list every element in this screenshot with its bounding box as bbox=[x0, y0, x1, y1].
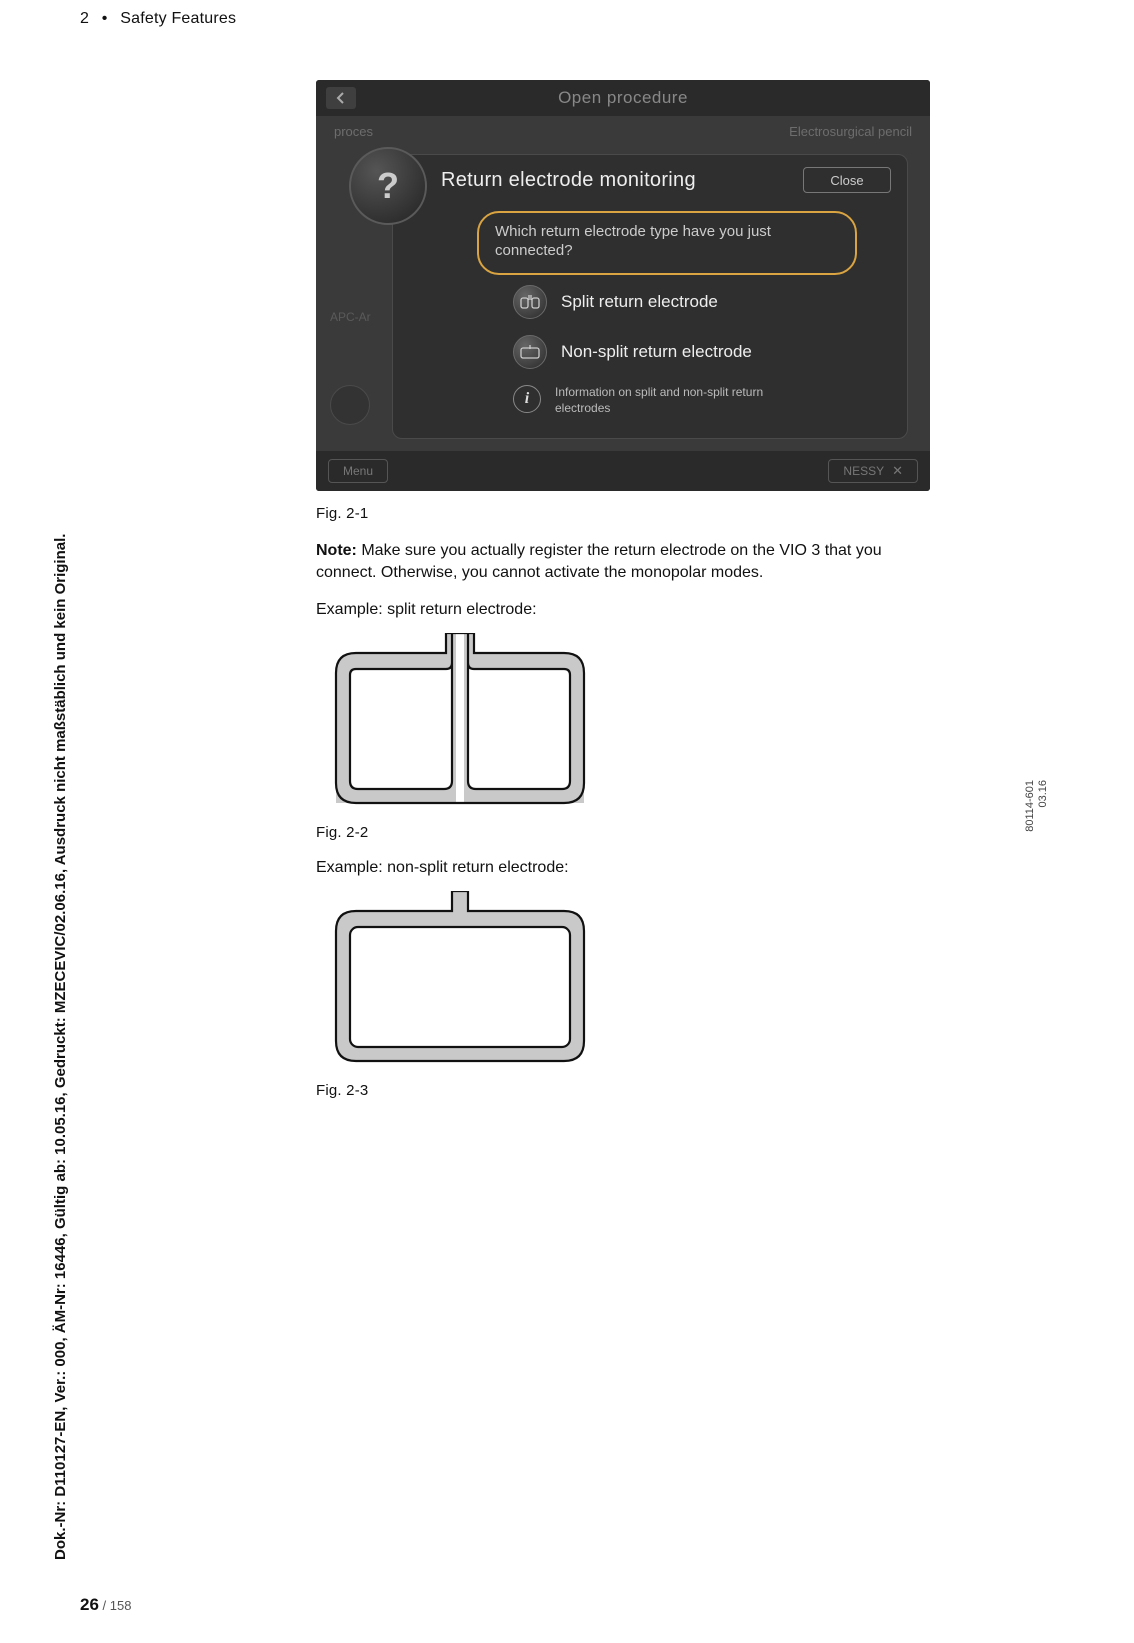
note-text: Make sure you actually register the retu… bbox=[316, 542, 882, 581]
nonsplit-electrode-icon bbox=[513, 335, 547, 369]
right-code-2: 03.16 bbox=[1037, 780, 1049, 808]
back-button[interactable] bbox=[326, 87, 356, 109]
chapter-title: Safety Features bbox=[120, 10, 236, 27]
option-split-electrode[interactable]: Split return electrode bbox=[513, 285, 718, 319]
right-margin-code: 80114-601 03.16 bbox=[1024, 780, 1049, 832]
nessy-button[interactable]: NESSY ✕ bbox=[828, 459, 918, 483]
right-code-1: 80114-601 bbox=[1024, 780, 1036, 832]
figure-2-1-caption: Fig. 2-1 bbox=[316, 505, 930, 522]
close-button[interactable]: Close bbox=[803, 167, 891, 193]
back-icon bbox=[335, 92, 347, 104]
nessy-button-label: NESSY bbox=[843, 464, 884, 478]
screenshot-side-label: APC-Ar bbox=[330, 310, 371, 324]
modal-dialog: ? Return electrode monitoring Close Whic… bbox=[392, 154, 908, 439]
figure-2-3-caption: Fig. 2-3 bbox=[316, 1082, 930, 1099]
option-split-label: Split return electrode bbox=[561, 292, 718, 312]
figure-2-2-split-electrode bbox=[316, 633, 604, 810]
info-row[interactable]: i Information on split and non-split ret… bbox=[513, 385, 815, 416]
option-nonsplit-electrode[interactable]: Non-split return electrode bbox=[513, 335, 752, 369]
note-paragraph: Note: Make sure you actually register th… bbox=[316, 540, 930, 583]
question-mark-icon: ? bbox=[349, 147, 427, 225]
option-nonsplit-label: Non-split return electrode bbox=[561, 342, 752, 362]
page-sep: / bbox=[99, 1598, 110, 1613]
figure-2-3-nonsplit-electrode bbox=[316, 891, 604, 1068]
close-button-label: Close bbox=[830, 173, 863, 188]
page-total: 158 bbox=[110, 1598, 132, 1613]
info-text: Information on split and non-split retur… bbox=[555, 385, 815, 416]
page-header: 2 • Safety Features bbox=[80, 10, 236, 28]
close-x-icon: ✕ bbox=[892, 463, 903, 479]
chapter-number: 2 bbox=[80, 10, 89, 27]
document-metadata-vertical: Dok.-Nr: D110127-EN, Ver.: 000, ÄM-Nr: 1… bbox=[52, 534, 69, 1560]
screenshot-subheader: proces Electrosurgical pencil bbox=[334, 124, 912, 148]
example-1-label: Example: split return electrode: bbox=[316, 601, 930, 619]
page-number: 26 bbox=[80, 1595, 99, 1614]
main-content: Open procedure proces Electrosurgical pe… bbox=[316, 80, 930, 1099]
modal-title: Return electrode monitoring bbox=[441, 169, 696, 192]
subheader-right: Electrosurgical pencil bbox=[789, 124, 912, 148]
menu-button-label: Menu bbox=[343, 464, 373, 478]
question-bubble: Which return electrode type have you jus… bbox=[477, 211, 857, 275]
question-text: Which return electrode type have you jus… bbox=[495, 223, 771, 259]
screenshot-topbar: Open procedure bbox=[316, 80, 930, 116]
page-footer: 26 / 158 bbox=[80, 1595, 131, 1615]
note-bold: Note: bbox=[316, 542, 357, 559]
screenshot-bottombar: Menu NESSY ✕ bbox=[316, 451, 930, 491]
screenshot-side-circle bbox=[330, 385, 370, 425]
info-icon: i bbox=[513, 385, 541, 413]
example-2-label: Example: non-split return electrode: bbox=[316, 859, 930, 877]
split-electrode-icon bbox=[513, 285, 547, 319]
figure-2-1-screenshot: Open procedure proces Electrosurgical pe… bbox=[316, 80, 930, 491]
header-separator: • bbox=[102, 10, 108, 27]
figure-2-2-caption: Fig. 2-2 bbox=[316, 824, 930, 841]
subheader-left: proces bbox=[334, 124, 373, 148]
screenshot-title: Open procedure bbox=[356, 88, 890, 108]
menu-button[interactable]: Menu bbox=[328, 459, 388, 483]
